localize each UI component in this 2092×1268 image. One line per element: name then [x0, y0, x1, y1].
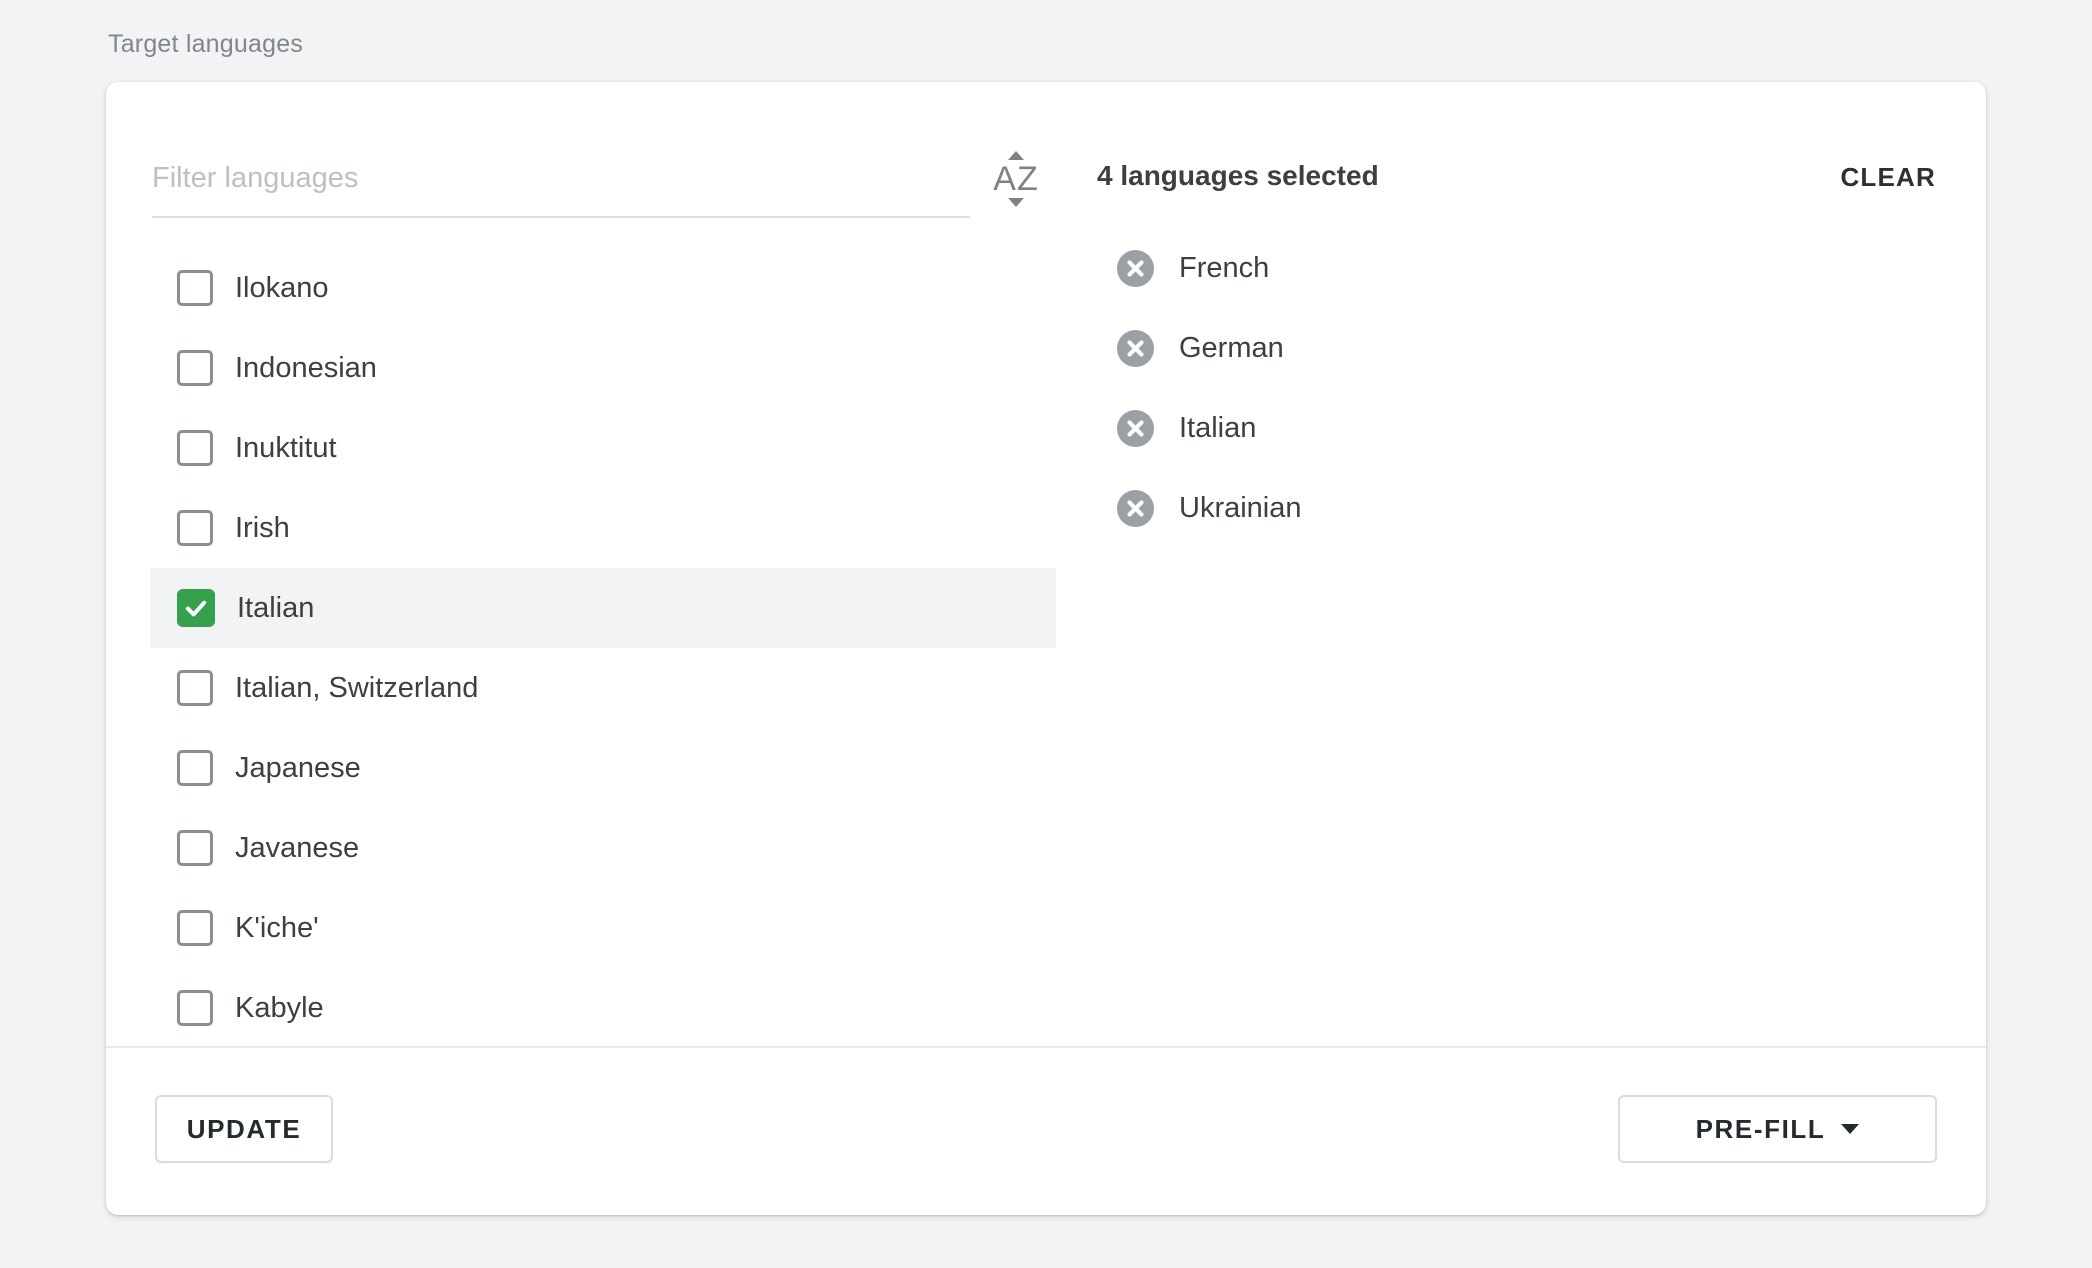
language-label: Italian	[237, 592, 314, 625]
language-row-ilokano[interactable]: Ilokano	[150, 248, 1056, 328]
checkbox-unchecked-icon[interactable]	[177, 350, 213, 386]
filter-field-wrap	[152, 140, 970, 218]
language-label: Indonesian	[235, 352, 377, 385]
checkbox-checked-icon[interactable]	[177, 589, 215, 627]
filter-languages-input[interactable]	[152, 140, 970, 216]
remove-icon[interactable]	[1117, 490, 1154, 527]
language-list: Ilokano Indonesian Inuktitut Irish Itali…	[150, 248, 1056, 1046]
update-button[interactable]: UPDATE	[155, 1095, 333, 1163]
language-row-irish[interactable]: Irish	[150, 488, 1056, 568]
selected-language-french: French	[1117, 228, 1302, 308]
prefill-button-label: PRE-FILL	[1696, 1114, 1826, 1145]
language-label: Irish	[235, 512, 290, 545]
update-button-label: UPDATE	[187, 1114, 302, 1145]
sort-az-letters: AZ	[993, 162, 1038, 196]
chevron-down-icon	[1841, 1124, 1859, 1134]
checkbox-unchecked-icon[interactable]	[177, 830, 213, 866]
language-row-italian-switzerland[interactable]: Italian, Switzerland	[150, 648, 1056, 728]
checkbox-unchecked-icon[interactable]	[177, 910, 213, 946]
selected-language-list: French German Italian Ukrainian	[1117, 228, 1302, 548]
sort-up-arrow-icon	[1008, 151, 1024, 160]
language-label: Italian, Switzerland	[235, 672, 478, 705]
selected-language-ukrainian: Ukrainian	[1117, 468, 1302, 548]
checkbox-unchecked-icon[interactable]	[177, 430, 213, 466]
clear-button[interactable]: CLEAR	[1840, 162, 1936, 193]
sort-down-arrow-icon	[1008, 198, 1024, 207]
language-label: Javanese	[235, 832, 359, 865]
language-row-indonesian[interactable]: Indonesian	[150, 328, 1056, 408]
footer-divider	[106, 1046, 1986, 1048]
language-row-inuktitut[interactable]: Inuktitut	[150, 408, 1056, 488]
language-row-kabyle[interactable]: Kabyle	[150, 968, 1056, 1046]
checkbox-unchecked-icon[interactable]	[177, 510, 213, 546]
selected-language-label: French	[1179, 252, 1269, 285]
remove-icon[interactable]	[1117, 330, 1154, 367]
checkbox-unchecked-icon[interactable]	[177, 670, 213, 706]
selected-language-label: Ukrainian	[1179, 492, 1302, 525]
selected-language-label: German	[1179, 332, 1284, 365]
language-label: Ilokano	[235, 272, 329, 305]
language-row-italian-selected[interactable]: Italian	[150, 568, 1056, 648]
selected-count-header: 4 languages selected	[1097, 160, 1379, 192]
selected-language-label: Italian	[1179, 412, 1256, 445]
page-title: Target languages	[108, 30, 303, 59]
language-row-kiche[interactable]: K'iche'	[150, 888, 1056, 968]
language-label: Kabyle	[235, 992, 324, 1025]
selected-language-italian: Italian	[1117, 388, 1302, 468]
language-row-javanese[interactable]: Javanese	[150, 808, 1056, 888]
language-row-japanese[interactable]: Japanese	[150, 728, 1056, 808]
checkbox-unchecked-icon[interactable]	[177, 270, 213, 306]
prefill-button[interactable]: PRE-FILL	[1618, 1095, 1937, 1163]
target-languages-card: AZ Ilokano Indonesian Inuktitut Irish It…	[106, 82, 1986, 1215]
sort-alphabetical-icon[interactable]: AZ	[978, 134, 1054, 224]
checkbox-unchecked-icon[interactable]	[177, 990, 213, 1026]
language-label: Japanese	[235, 752, 361, 785]
selected-language-german: German	[1117, 308, 1302, 388]
remove-icon[interactable]	[1117, 410, 1154, 447]
remove-icon[interactable]	[1117, 250, 1154, 287]
language-label: Inuktitut	[235, 432, 337, 465]
language-label: K'iche'	[235, 912, 319, 945]
checkbox-unchecked-icon[interactable]	[177, 750, 213, 786]
